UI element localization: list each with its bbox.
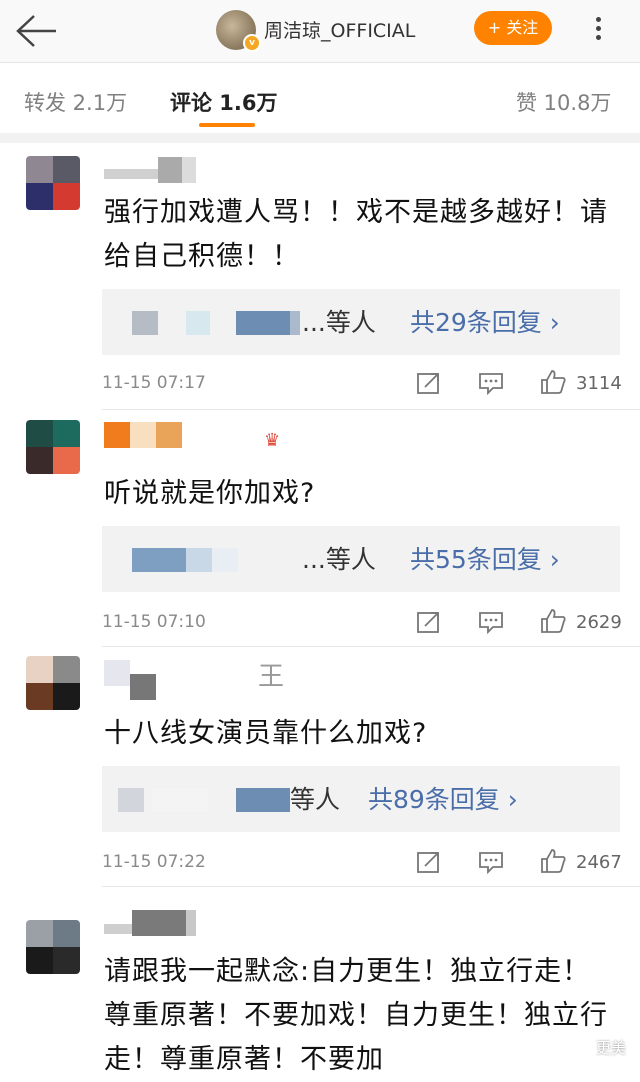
share-icon[interactable]	[416, 610, 442, 634]
reply-suffix: 等人	[290, 785, 341, 814]
comment-divider	[102, 646, 640, 647]
like-count: 3114	[576, 373, 622, 394]
tab-reposts[interactable]: 转发 2.1万	[24, 87, 127, 117]
reply-count-link[interactable]: 共55条回复 ›	[410, 540, 560, 576]
reply-suffix: ...等人	[302, 545, 376, 574]
share-icon[interactable]	[416, 371, 442, 395]
comment-text: 请跟我一起默念:自力更生！独立行走！尊重原著！不要加戏！自力更生！独立行走！尊重…	[104, 956, 608, 1075]
comment-text: 听说就是你加戏?	[104, 478, 316, 509]
reply-preview[interactable]: ...等人 共29条回复 ›	[102, 289, 620, 355]
commenter-avatar[interactable]	[26, 656, 80, 710]
comment-icon[interactable]	[478, 371, 504, 396]
comment-text: 十八线女演员靠什么加戏?	[104, 718, 428, 749]
like-icon[interactable]	[540, 369, 566, 394]
commenter-avatar[interactable]	[26, 420, 80, 474]
like-count: 2629	[576, 612, 622, 633]
back-arrow-icon[interactable]	[14, 12, 58, 50]
like-icon[interactable]	[540, 848, 566, 873]
comment-time: 11-15 07:22	[102, 852, 206, 872]
watermark: 更美	[595, 1039, 626, 1057]
commenter-avatar[interactable]	[26, 156, 80, 210]
top-bar: v 周洁琼_OFFICIAL + 关注	[0, 0, 640, 63]
comment-icon[interactable]	[478, 610, 504, 635]
active-tab-indicator	[199, 123, 255, 127]
comment-divider	[102, 409, 640, 410]
verified-badge: v	[243, 34, 261, 52]
reply-preview[interactable]: ...等人 共55条回复 ›	[102, 526, 620, 592]
comment-text: 强行加戏遭人骂！！戏不是越多越好！请给自己积德！！	[104, 197, 608, 272]
more-dots-icon[interactable]	[584, 14, 614, 44]
share-icon[interactable]	[416, 850, 442, 874]
poster-username[interactable]: 周洁琼_OFFICIAL	[264, 16, 415, 43]
reply-preview[interactable]: 等人 共89条回复 ›	[102, 766, 620, 832]
reply-suffix: ...等人	[302, 308, 376, 337]
comment-divider	[102, 886, 640, 887]
follow-button[interactable]: + 关注	[474, 11, 552, 45]
reply-count-link[interactable]: 共29条回复 ›	[410, 303, 560, 339]
like-icon[interactable]	[540, 608, 566, 633]
tab-bar: 转发 2.1万 评论 1.6万 赞 10.8万	[0, 63, 640, 143]
commenter-name-fragment: 王	[258, 662, 285, 692]
reply-count-link[interactable]: 共89条回复 ›	[368, 780, 518, 816]
tab-comments[interactable]: 评论 1.6万	[170, 87, 278, 117]
comment-time: 11-15 07:10	[102, 612, 206, 632]
comment-icon[interactable]	[478, 850, 504, 875]
commenter-avatar[interactable]	[26, 920, 80, 974]
like-count: 2467	[576, 852, 622, 873]
tab-likes[interactable]: 赞 10.8万	[516, 87, 611, 117]
comment-time: 11-15 07:17	[102, 373, 206, 393]
crown-badge-icon: ♛	[264, 430, 281, 451]
